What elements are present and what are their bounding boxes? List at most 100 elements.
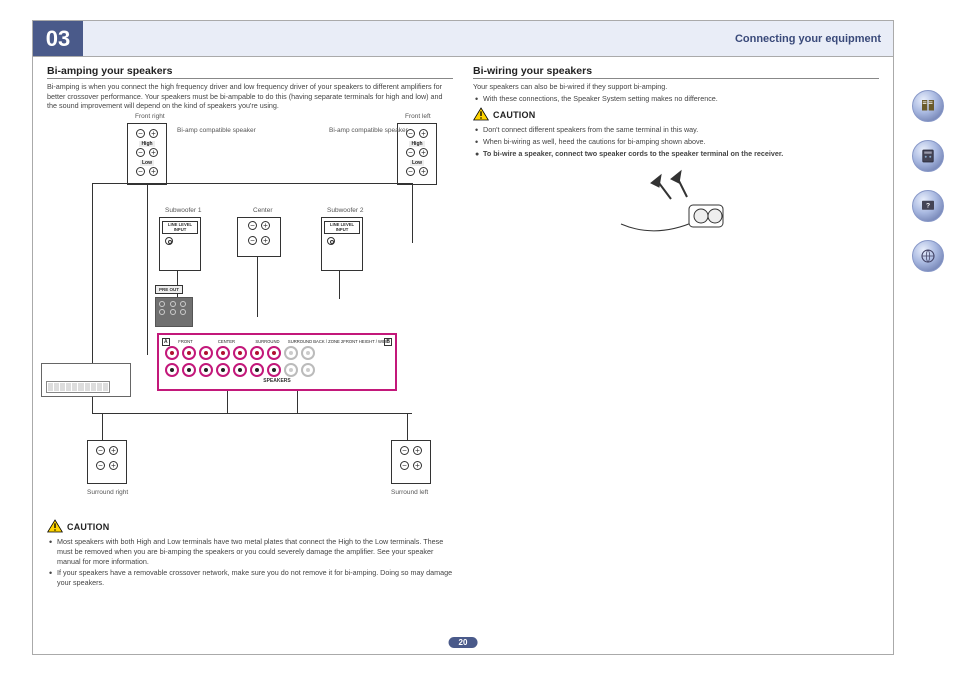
line-level-label: LINE LEVEL INPUT: [162, 221, 198, 234]
biamp-intro: Bi-amping is when you connect the high f…: [47, 82, 453, 111]
terminal-pos: +: [109, 446, 118, 455]
terminal-neg: −: [400, 446, 409, 455]
wire: [102, 413, 103, 441]
binding-post: [267, 363, 281, 377]
terminal-pos: +: [261, 221, 270, 230]
caution-item-bold: To bi-wire a speaker, connect two speake…: [473, 149, 879, 159]
binding-post: [267, 346, 281, 360]
manual-page: 03 Connecting your equipment Bi-amping y…: [32, 20, 894, 655]
preout-label: PRE OUT: [155, 285, 183, 294]
terminal-row: −+: [398, 167, 436, 176]
rca-jacks: [162, 237, 198, 245]
book-icon[interactable]: [912, 90, 944, 122]
panel-lbl: FRONT HEIGHT / WIDE: [343, 339, 389, 344]
header-title: Connecting your equipment: [83, 21, 893, 56]
binding-post: [233, 363, 247, 377]
terminal-pos: +: [109, 461, 118, 470]
line-level-label: LINE LEVEL INPUT: [324, 221, 360, 234]
binding-row-red: [165, 346, 389, 360]
label-biamp-compat-l: Bi-amp compatible speaker: [177, 127, 237, 134]
label-biamp-compat-r: Bi-amp compatible speaker: [329, 127, 389, 134]
network-icon[interactable]: [912, 240, 944, 272]
caution-item: Most speakers with both High and Low ter…: [47, 537, 453, 566]
caution-label: CAUTION: [67, 522, 109, 532]
low-label: Low: [410, 160, 424, 166]
help-icon[interactable]: ?: [912, 190, 944, 222]
terminal-row: −+: [398, 148, 436, 157]
binding-row-black: [165, 363, 389, 377]
low-label: Low: [140, 160, 154, 166]
caution-item: If your speakers have a removable crosso…: [47, 568, 453, 587]
terminal-pos: +: [261, 236, 270, 245]
device-icon[interactable]: [912, 140, 944, 172]
terminal-pos: +: [149, 148, 158, 157]
terminal-pos: +: [419, 129, 428, 138]
speaker-surround-left: −+ −+: [391, 440, 431, 484]
binding-post: [182, 346, 196, 360]
binding-post: [250, 346, 264, 360]
caution-item: Don't connect different speakers from th…: [473, 125, 879, 135]
panel-lbl: FRONT: [165, 339, 206, 344]
terminal-neg: −: [136, 148, 145, 157]
rca-jack: [180, 301, 186, 307]
label-center: Center: [253, 207, 273, 214]
svg-text:?: ?: [926, 203, 930, 210]
speakers-label: SPEAKERS: [165, 378, 389, 384]
high-label: High: [139, 141, 154, 147]
label-front-left: Front left: [405, 113, 431, 120]
terminal-pos: +: [413, 446, 422, 455]
terminal-row: −+: [88, 461, 126, 470]
terminal-neg: −: [96, 461, 105, 470]
binding-post: [165, 346, 179, 360]
terminal-neg: −: [136, 167, 145, 176]
rca-jacks: [324, 237, 360, 245]
wire: [339, 271, 340, 299]
speaker-front-right: −+ High −+ Low −+: [127, 123, 167, 185]
rca-jack: [327, 237, 335, 245]
panel-lbl: CENTER: [206, 339, 247, 344]
caution-item: When bi-wiring as well, heed the caution…: [473, 137, 879, 147]
wire: [412, 183, 413, 243]
terminal-neg: −: [96, 446, 105, 455]
right-column: Bi-wiring your speakers Your speakers ca…: [473, 65, 879, 592]
label-surround-left: Surround left: [391, 489, 428, 496]
rca-jack: [170, 301, 176, 307]
binding-post: [199, 363, 213, 377]
biwire-intro: Your speakers can also be bi-wired if th…: [473, 82, 879, 92]
terminal-row: −+: [238, 221, 280, 230]
section-heading-biwire: Bi-wiring your speakers: [473, 65, 879, 79]
center-speaker: −+ −+: [237, 217, 281, 257]
panel-top-labels: FRONT CENTER SURROUND SURROUND BACK / ZO…: [165, 339, 389, 344]
panel-lbl: SURROUND BACK / ZONE 2: [288, 339, 343, 344]
terminal-pos: +: [419, 148, 428, 157]
amp-speaker-panel: A B FRONT CENTER SURROUND SURROUND BACK …: [157, 333, 397, 391]
biwire-illustration: [601, 169, 751, 239]
label-sub2: Subwoofer 2: [327, 207, 364, 214]
page-header: 03 Connecting your equipment: [33, 21, 893, 57]
terminal-pos: +: [419, 167, 428, 176]
warning-icon: [47, 519, 63, 535]
receiver-unit: [41, 363, 131, 397]
caution-row: CAUTION: [47, 519, 453, 535]
terminal-row: −+: [128, 129, 166, 138]
terminal-neg: −: [400, 461, 409, 470]
terminal-pos: +: [149, 167, 158, 176]
binding-post: [199, 346, 213, 360]
label-surround-right: Surround right: [87, 489, 128, 496]
page-body: Bi-amping your speakers Bi-amping is whe…: [33, 57, 893, 592]
biwire-bullets: With these connections, the Speaker Syst…: [473, 94, 879, 104]
terminal-row: −+: [392, 461, 430, 470]
terminal-row: −+: [128, 167, 166, 176]
wire: [92, 413, 412, 414]
binding-post: [233, 346, 247, 360]
terminal-neg: −: [136, 129, 145, 138]
subwoofer-2: LINE LEVEL INPUT: [321, 217, 363, 271]
terminal-neg: −: [406, 148, 415, 157]
rca-jack: [159, 301, 165, 307]
terminal-neg: −: [248, 236, 257, 245]
binding-post: [165, 363, 179, 377]
wire: [227, 391, 228, 413]
panel-lbl: SURROUND: [247, 339, 288, 344]
section-heading-biamp: Bi-amping your speakers: [47, 65, 453, 79]
binding-post: [216, 363, 230, 377]
